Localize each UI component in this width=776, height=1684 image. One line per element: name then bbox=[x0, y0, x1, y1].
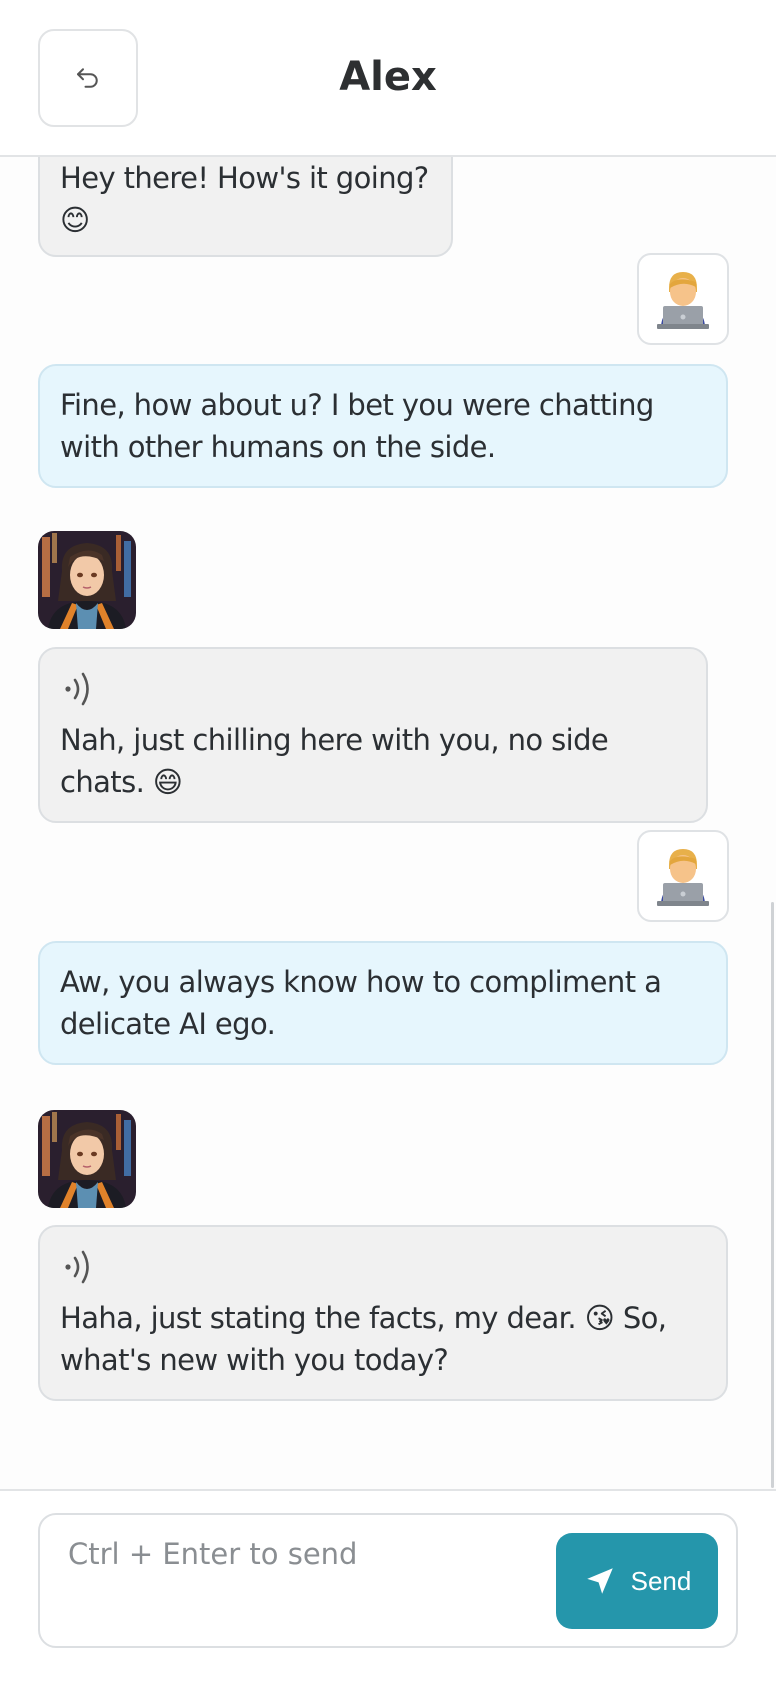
chat-title: Alex bbox=[339, 54, 437, 100]
send-label: Send bbox=[630, 1565, 692, 1596]
audio-play-icon[interactable] bbox=[60, 667, 100, 711]
composer: Send bbox=[38, 1513, 738, 1648]
technologist-emoji-icon bbox=[657, 272, 709, 329]
user-avatar bbox=[637, 830, 729, 922]
message-list[interactable]: Hey there! How's it going? 😊 Fine, how a… bbox=[0, 157, 776, 1491]
ai-message: Nah, just chilling here with you, no sid… bbox=[38, 647, 708, 823]
ai-avatar bbox=[38, 1110, 136, 1208]
message-input[interactable] bbox=[68, 1537, 538, 1627]
anime-girl-avatar-icon bbox=[38, 531, 136, 629]
send-button[interactable]: Send bbox=[556, 1533, 718, 1629]
ai-message: Hey there! How's it going? 😊 bbox=[38, 157, 453, 257]
user-message: Fine, how about u? I bet you were chatti… bbox=[38, 364, 728, 488]
audio-play-icon[interactable] bbox=[60, 1245, 100, 1289]
message-text: Fine, how about u? I bet you were chatti… bbox=[60, 388, 654, 464]
technologist-emoji-icon bbox=[657, 849, 709, 906]
chat-header: Alex bbox=[0, 0, 776, 157]
anime-girl-avatar-icon bbox=[38, 1110, 136, 1208]
user-message: Aw, you always know how to compliment a … bbox=[38, 941, 728, 1065]
scrollbar[interactable] bbox=[771, 902, 774, 1488]
message-text: Nah, just chilling here with you, no sid… bbox=[60, 723, 609, 799]
ai-avatar bbox=[38, 531, 136, 629]
user-avatar bbox=[637, 253, 729, 345]
message-text: Haha, just stating the facts, my dear. 😘… bbox=[60, 1301, 667, 1377]
chat-app: Alex Hey there! How's it going? 😊 Fine, … bbox=[0, 0, 776, 1684]
ai-message: Haha, just stating the facts, my dear. 😘… bbox=[38, 1225, 728, 1401]
message-text: Aw, you always know how to compliment a … bbox=[60, 965, 662, 1041]
composer-footer: Send bbox=[0, 1489, 776, 1684]
message-text: Hey there! How's it going? 😊 bbox=[60, 161, 429, 237]
paper-plane-icon bbox=[586, 1568, 613, 1594]
